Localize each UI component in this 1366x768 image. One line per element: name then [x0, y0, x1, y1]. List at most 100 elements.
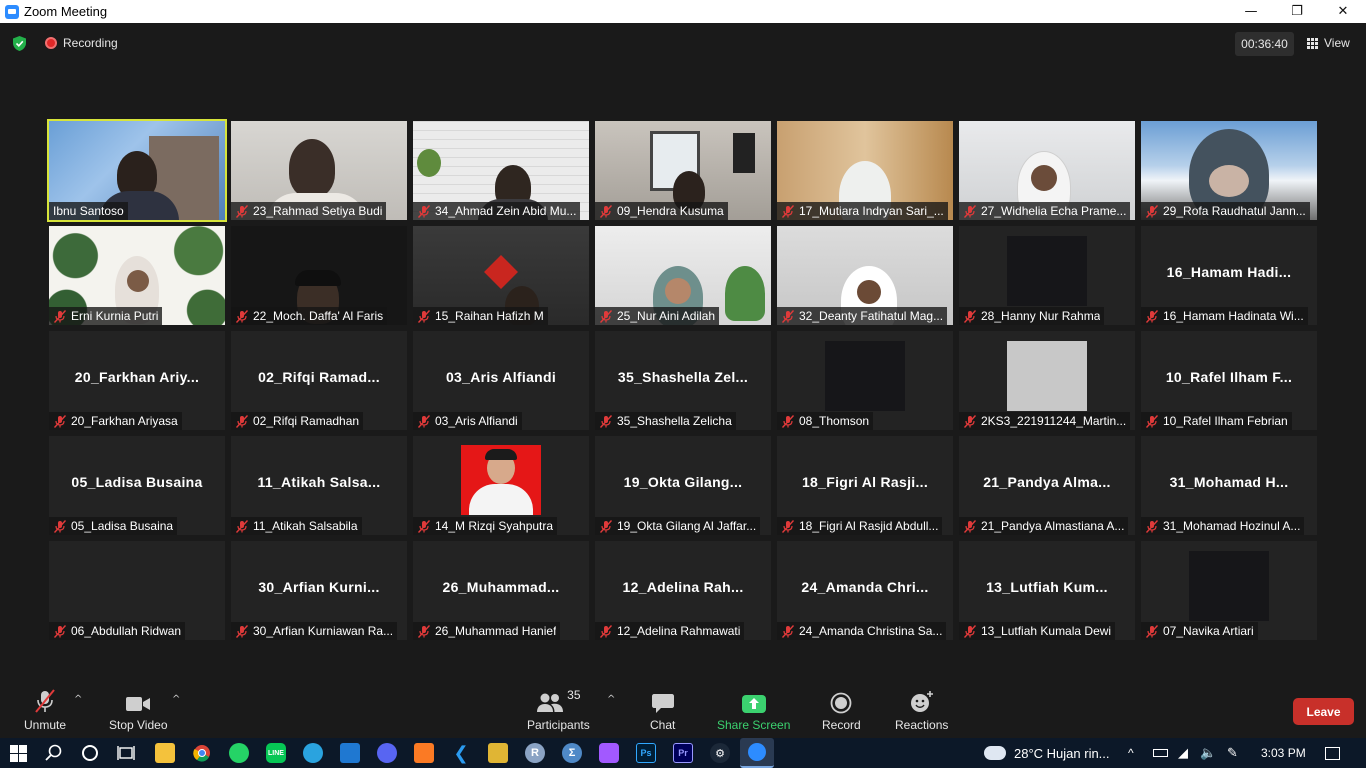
- minimize-button[interactable]: —: [1228, 0, 1274, 23]
- muted-mic-icon: [963, 624, 981, 638]
- xampp-icon[interactable]: [414, 743, 434, 763]
- participant-tile[interactable]: 09_Hendra Kusuma: [595, 121, 771, 220]
- participant-tile[interactable]: 25_Nur Aini Adilah: [595, 226, 771, 325]
- participant-tile[interactable]: 20_Farkhan Ariy... 20_Farkhan Ariyasa: [49, 331, 225, 430]
- participant-tile[interactable]: 35_Shashella Zel... 35_Shashella Zelicha: [595, 331, 771, 430]
- participant-tile[interactable]: 02_Rifqi Ramad... 02_Rifqi Ramadhan: [231, 331, 407, 430]
- participant-tile[interactable]: 22_Moch. Daffa' Al Faris: [231, 226, 407, 325]
- muted-mic-icon: [53, 624, 71, 638]
- audio-options-caret-icon[interactable]: ^: [74, 694, 82, 705]
- participant-display-name: 05_Ladisa Busaina: [71, 474, 203, 490]
- participant-tile[interactable]: 05_Ladisa Busaina 05_Ladisa Busaina: [49, 436, 225, 535]
- participant-tile[interactable]: 31_Mohamad H... 31_Mohamad Hozinul A...: [1141, 436, 1317, 535]
- file-explorer-icon[interactable]: [155, 743, 175, 763]
- participant-tile[interactable]: 23_Rahmad Setiya Budi: [231, 121, 407, 220]
- stop-video-button[interactable]: Stop Video: [109, 688, 168, 732]
- muted-mic-icon: [963, 414, 981, 428]
- leave-button[interactable]: Leave: [1293, 698, 1354, 725]
- participant-tile[interactable]: 30_Arfian Kurni... 30_Arfian Kurniawan Ra…: [231, 541, 407, 640]
- encryption-shield-icon[interactable]: [11, 35, 28, 52]
- weather-widget[interactable]: 28°C Hujan rin...: [984, 738, 1110, 768]
- battery-icon[interactable]: [1153, 738, 1168, 768]
- show-hidden-icons-icon[interactable]: ^: [1128, 738, 1134, 768]
- participant-tile[interactable]: Erni Kurnia Putri: [49, 226, 225, 325]
- share-screen-button[interactable]: Share Screen: [717, 688, 790, 732]
- participants-button[interactable]: 35 Participants: [527, 688, 590, 732]
- participant-tile[interactable]: 26_Muhammad... 26_Muhammad Hanief: [413, 541, 589, 640]
- participant-tile-active-speaker[interactable]: Ibnu Santoso: [47, 119, 227, 222]
- recording-indicator[interactable]: Recording: [45, 36, 118, 50]
- search-icon[interactable]: [44, 743, 64, 763]
- windows-start-icon[interactable]: [8, 743, 28, 763]
- premiere-icon[interactable]: Pr: [673, 743, 693, 763]
- participants-options-caret-icon[interactable]: ^: [607, 694, 615, 705]
- muted-mic-icon: [235, 624, 253, 638]
- line-icon[interactable]: LINE: [266, 743, 286, 763]
- participant-tile[interactable]: 14_M Rizqi Syahputra: [413, 436, 589, 535]
- participant-tile[interactable]: 12_Adelina Rah... 12_Adelina Rahmawati: [595, 541, 771, 640]
- participant-tile[interactable]: 10_Rafel Ilham F... 10_Rafel Ilham Febria…: [1141, 331, 1317, 430]
- participant-display-name: 19_Okta Gilang...: [623, 474, 743, 490]
- unmute-button[interactable]: Unmute: [24, 688, 66, 732]
- participant-tile[interactable]: 08_Thomson: [777, 331, 953, 430]
- rstudio-icon[interactable]: Σ: [562, 743, 582, 763]
- participant-tile[interactable]: 27_Widhelia Echa Prame...: [959, 121, 1135, 220]
- wifi-icon[interactable]: ◢: [1178, 738, 1188, 768]
- reactions-button[interactable]: Reactions: [895, 688, 948, 732]
- reactions-label: Reactions: [895, 718, 949, 732]
- volume-icon[interactable]: 🔈: [1200, 738, 1216, 768]
- grid-view-icon: [1307, 37, 1318, 49]
- view-button[interactable]: View: [1307, 36, 1350, 50]
- participant-name-label: 05_Ladisa Busaina: [49, 517, 178, 535]
- video-options-caret-icon[interactable]: ^: [172, 694, 180, 705]
- record-button[interactable]: Record: [822, 688, 861, 732]
- whatsapp-icon[interactable]: [229, 743, 249, 763]
- participant-tile[interactable]: 32_Deanty Fatihatul Mag...: [777, 226, 953, 325]
- participant-tile[interactable]: 15_Raihan Hafizh M: [413, 226, 589, 325]
- participant-tile[interactable]: 06_Abdullah Ridwan: [49, 541, 225, 640]
- participant-tile[interactable]: 18_Figri Al Rasji... 18_Figri Al Rasjid A…: [777, 436, 953, 535]
- participant-name: 16_Hamam Hadinata Wi...: [1163, 309, 1304, 323]
- participant-tile[interactable]: 13_Lutfiah Kum... 13_Lutfiah Kumala Dewi: [959, 541, 1135, 640]
- chat-button[interactable]: Chat: [650, 688, 675, 732]
- participant-tile[interactable]: 21_Pandya Alma... 21_Pandya Almastiana A.…: [959, 436, 1135, 535]
- participant-name: 15_Raihan Hafizh M: [435, 309, 544, 323]
- discord-icon[interactable]: [377, 743, 397, 763]
- participant-name: 10_Rafel Ilham Febrian: [1163, 414, 1288, 428]
- participant-tile[interactable]: 2KS3_221911244_Martin...: [959, 331, 1135, 430]
- participant-tile[interactable]: 07_Navika Artiari: [1141, 541, 1317, 640]
- participant-tile[interactable]: 24_Amanda Chri... 24_Amanda Christina Sa.…: [777, 541, 953, 640]
- chrome-icon[interactable]: [192, 743, 212, 763]
- task-view-icon[interactable]: [116, 743, 136, 763]
- vscode-icon[interactable]: ❮: [451, 743, 471, 763]
- participant-tile[interactable]: 03_Aris Alfiandi 03_Aris Alfiandi: [413, 331, 589, 430]
- clock[interactable]: 3:03 PM: [1261, 738, 1306, 768]
- participant-tile[interactable]: 17_Mutiara Indryan Sari_...: [777, 121, 953, 220]
- participant-name-label: 07_Navika Artiari: [1141, 622, 1258, 640]
- notifications-icon[interactable]: [1325, 738, 1340, 768]
- pen-icon[interactable]: ✎: [1227, 738, 1238, 768]
- muted-mic-icon: [1145, 414, 1163, 428]
- windows-taskbar: LINE ❮ R Σ Ps Pr ⚙ 28°C Hujan rin... ^ ◢…: [0, 738, 1366, 768]
- zoom-taskbar-icon[interactable]: [740, 738, 774, 768]
- muted-mic-icon: [1145, 519, 1163, 533]
- 3d-app-icon[interactable]: [488, 743, 508, 763]
- telegram-icon[interactable]: [303, 743, 323, 763]
- participant-tile[interactable]: 11_Atikah Salsa... 11_Atikah Salsabila: [231, 436, 407, 535]
- participant-name: 29_Rofa Raudhatul Jann...: [1163, 204, 1306, 218]
- muted-mic-icon: [599, 519, 617, 533]
- photoshop-icon[interactable]: Ps: [636, 743, 656, 763]
- participant-tile[interactable]: 34_Ahmad Zein Abid Mu...: [413, 121, 589, 220]
- participant-tile[interactable]: 28_Hanny Nur Rahma: [959, 226, 1135, 325]
- restore-button[interactable]: ❐: [1274, 0, 1320, 23]
- participant-tile[interactable]: 29_Rofa Raudhatul Jann...: [1141, 121, 1317, 220]
- steam-icon[interactable]: ⚙: [710, 743, 730, 763]
- mail-icon[interactable]: [340, 743, 360, 763]
- r-icon[interactable]: R: [525, 743, 545, 763]
- cortana-icon[interactable]: [80, 743, 100, 763]
- participant-tile[interactable]: 19_Okta Gilang... 19_Okta Gilang Al Jaffa…: [595, 436, 771, 535]
- figma-icon[interactable]: [599, 743, 619, 763]
- close-button[interactable]: ✕: [1320, 0, 1366, 23]
- participant-tile[interactable]: 16_Hamam Hadi... 16_Hamam Hadinata Wi...: [1141, 226, 1317, 325]
- participant-name-label: 03_Aris Alfiandi: [413, 412, 522, 430]
